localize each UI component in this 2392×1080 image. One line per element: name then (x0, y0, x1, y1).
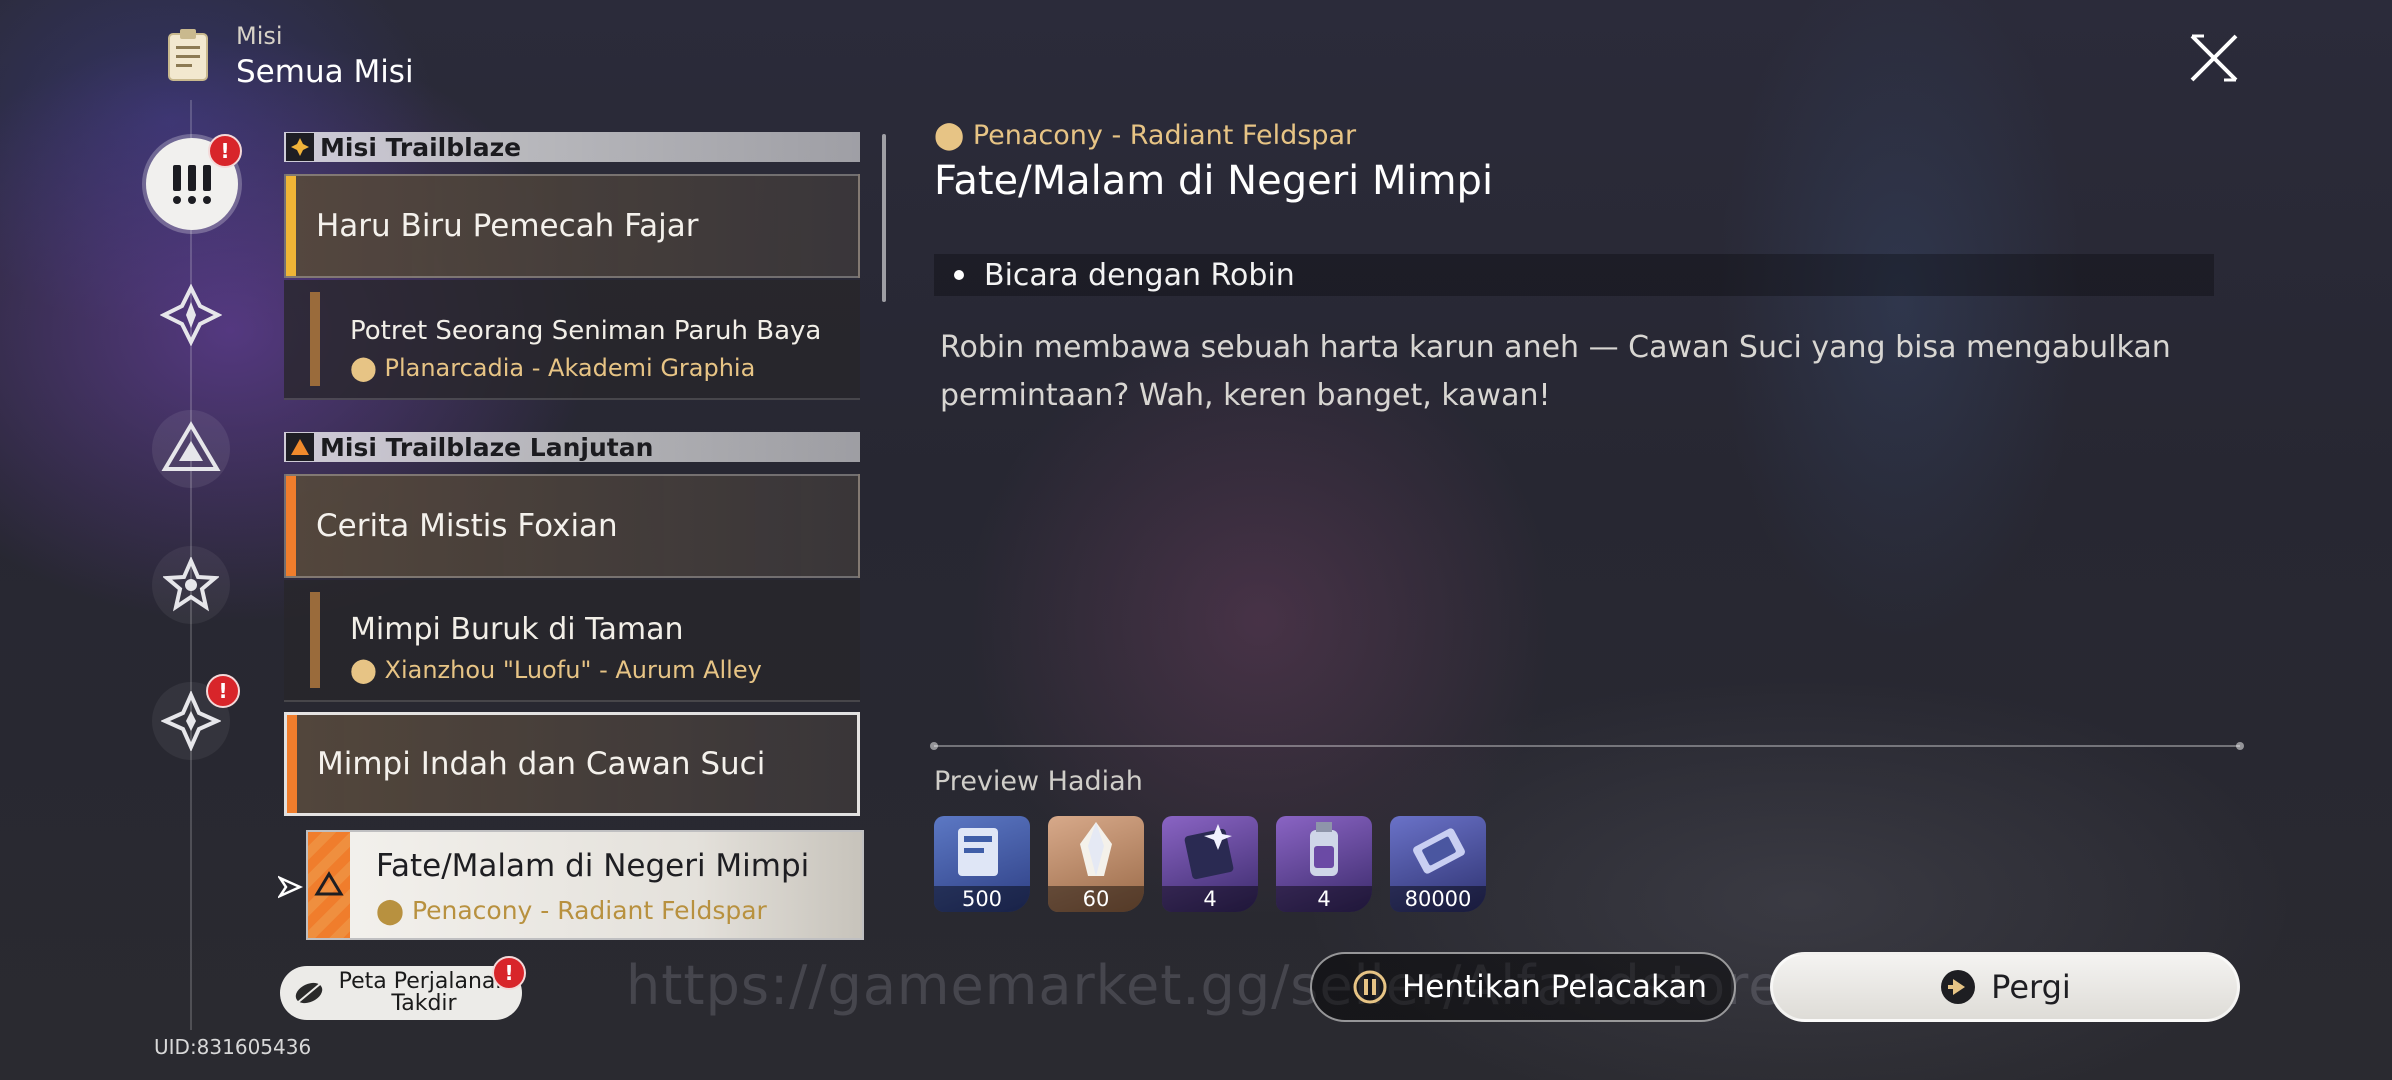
detail-location: ⬤ Penacony - Radiant Feldspar (934, 120, 1357, 151)
trailblaze-category-icon (286, 133, 314, 161)
reward-preview-title: Preview Hadiah (934, 766, 1143, 797)
selected-quest-stripe (308, 832, 350, 938)
quest-item-cerita-mistis[interactable]: Cerita Mistis Foxian (284, 474, 860, 578)
adventure-icon (163, 557, 219, 612)
location-pin-icon: ⬤ (376, 896, 412, 925)
exp-book-icon (958, 828, 998, 876)
alert-badge: ! (208, 134, 242, 168)
bullet-icon (954, 270, 964, 280)
reward-quantity: 60 (1048, 886, 1144, 912)
sidebar-item-trailblaze[interactable] (152, 276, 230, 354)
reward-item[interactable]: 60 (1048, 816, 1144, 912)
objective-row: Bicara dengan Robin (934, 254, 2214, 296)
stop-tracking-button[interactable]: Hentikan Pelacakan (1310, 952, 1736, 1022)
reward-quantity: 4 (1162, 886, 1258, 912)
location-pin-icon: ⬤ (934, 120, 973, 151)
traveler-guide-icon (1184, 824, 1234, 880)
leaf-icon (295, 982, 323, 1005)
quest-title: Haru Biru Pemecah Fajar (316, 208, 699, 244)
quest-title: Cerita Mistis Foxian (316, 508, 618, 544)
reward-item[interactable]: 4 (1162, 816, 1258, 912)
section-header-trailblaze-lanjutan: Misi Trailblaze Lanjutan (284, 432, 860, 462)
quest-description: Robin membawa sebuah harta karun aneh — … (940, 330, 2171, 413)
uid-label: UID:831605436 (154, 1035, 312, 1059)
location-pin-icon: ⬤ (350, 656, 385, 684)
quest-subtitle: Mimpi Buruk di Taman (350, 612, 684, 647)
quest-item-mimpi-indah[interactable]: Mimpi Indah dan Cawan Suci (284, 712, 860, 816)
sidebar-item-adventure[interactable] (152, 546, 230, 624)
reward-item[interactable]: 4 (1276, 816, 1372, 912)
go-arrow-icon (1941, 970, 1976, 1004)
quest-location: ⬤ Penacony - Radiant Feldspar (376, 896, 767, 925)
trailblaze-icon (160, 284, 222, 346)
quest-list-scrollbar[interactable] (882, 134, 886, 302)
pause-icon (1353, 970, 1387, 1004)
quest-subtitle: Fate/Malam di Negeri Mimpi (376, 848, 810, 884)
stellar-jade-icon (1080, 822, 1112, 876)
refined-aether-icon (1310, 822, 1338, 876)
sidebar-item-companion[interactable] (152, 410, 230, 488)
quest-subitem-potret[interactable]: Potret Seorang Seniman Paruh Baya ⬤ Plan… (284, 280, 860, 400)
trailblaze-lanjutan-category-icon (286, 433, 314, 461)
stop-tracking-label: Hentikan Pelacakan (1402, 969, 1708, 1005)
location-pin-icon: ⬤ (350, 354, 385, 382)
section-label: Misi Trailblaze (320, 132, 522, 162)
quest-location: ⬤ Xianzhou "Luofu" - Aurum Alley (350, 656, 762, 684)
divider (930, 742, 2244, 750)
reward-quantity: 80000 (1390, 886, 1486, 912)
quest-subitem-fate-selected[interactable]: Fate/Malam di Negeri Mimpi ⬤ Penacony - … (308, 832, 862, 938)
journey-map-label: Peta Perjalanan Takdir (338, 969, 510, 1016)
mission-clipboard-icon (168, 29, 208, 81)
header-category: Misi (236, 22, 283, 50)
quest-subtitle: Potret Seorang Seniman Paruh Baya (350, 316, 822, 346)
companion-icon (161, 421, 221, 471)
credit-icon (1413, 828, 1465, 874)
reward-item[interactable]: 80000 (1390, 816, 1486, 912)
quest-subitem-mimpi-buruk[interactable]: Mimpi Buruk di Taman ⬤ Xianzhou "Luofu" … (284, 580, 860, 702)
all-missions-icon (173, 165, 211, 204)
reward-quantity: 500 (934, 886, 1030, 912)
go-button[interactable]: Pergi (1770, 952, 2240, 1022)
go-label: Pergi (1991, 968, 2071, 1006)
alert-badge: ! (206, 674, 240, 708)
quest-item-haru-biru[interactable]: Haru Biru Pemecah Fajar (284, 174, 860, 278)
selected-arrow-icon (278, 875, 304, 899)
quest-title: Mimpi Indah dan Cawan Suci (317, 746, 766, 782)
detail-title: Fate/Malam di Negeri Mimpi (934, 158, 1494, 204)
reward-item[interactable]: 500 (934, 816, 1030, 912)
alert-badge: ! (492, 956, 526, 990)
section-label: Misi Trailblaze Lanjutan (320, 432, 654, 462)
page-title: Semua Misi (236, 54, 414, 90)
journey-map-button[interactable]: Peta Perjalanan Takdir (280, 966, 522, 1020)
quest-location: ⬤ Planarcadia - Akademi Graphia (350, 354, 756, 382)
reward-quantity: 4 (1276, 886, 1372, 912)
close-icon[interactable] (2186, 30, 2242, 86)
section-header-trailblaze: Misi Trailblaze (284, 132, 860, 162)
objective-text: Bicara dengan Robin (984, 257, 1295, 293)
